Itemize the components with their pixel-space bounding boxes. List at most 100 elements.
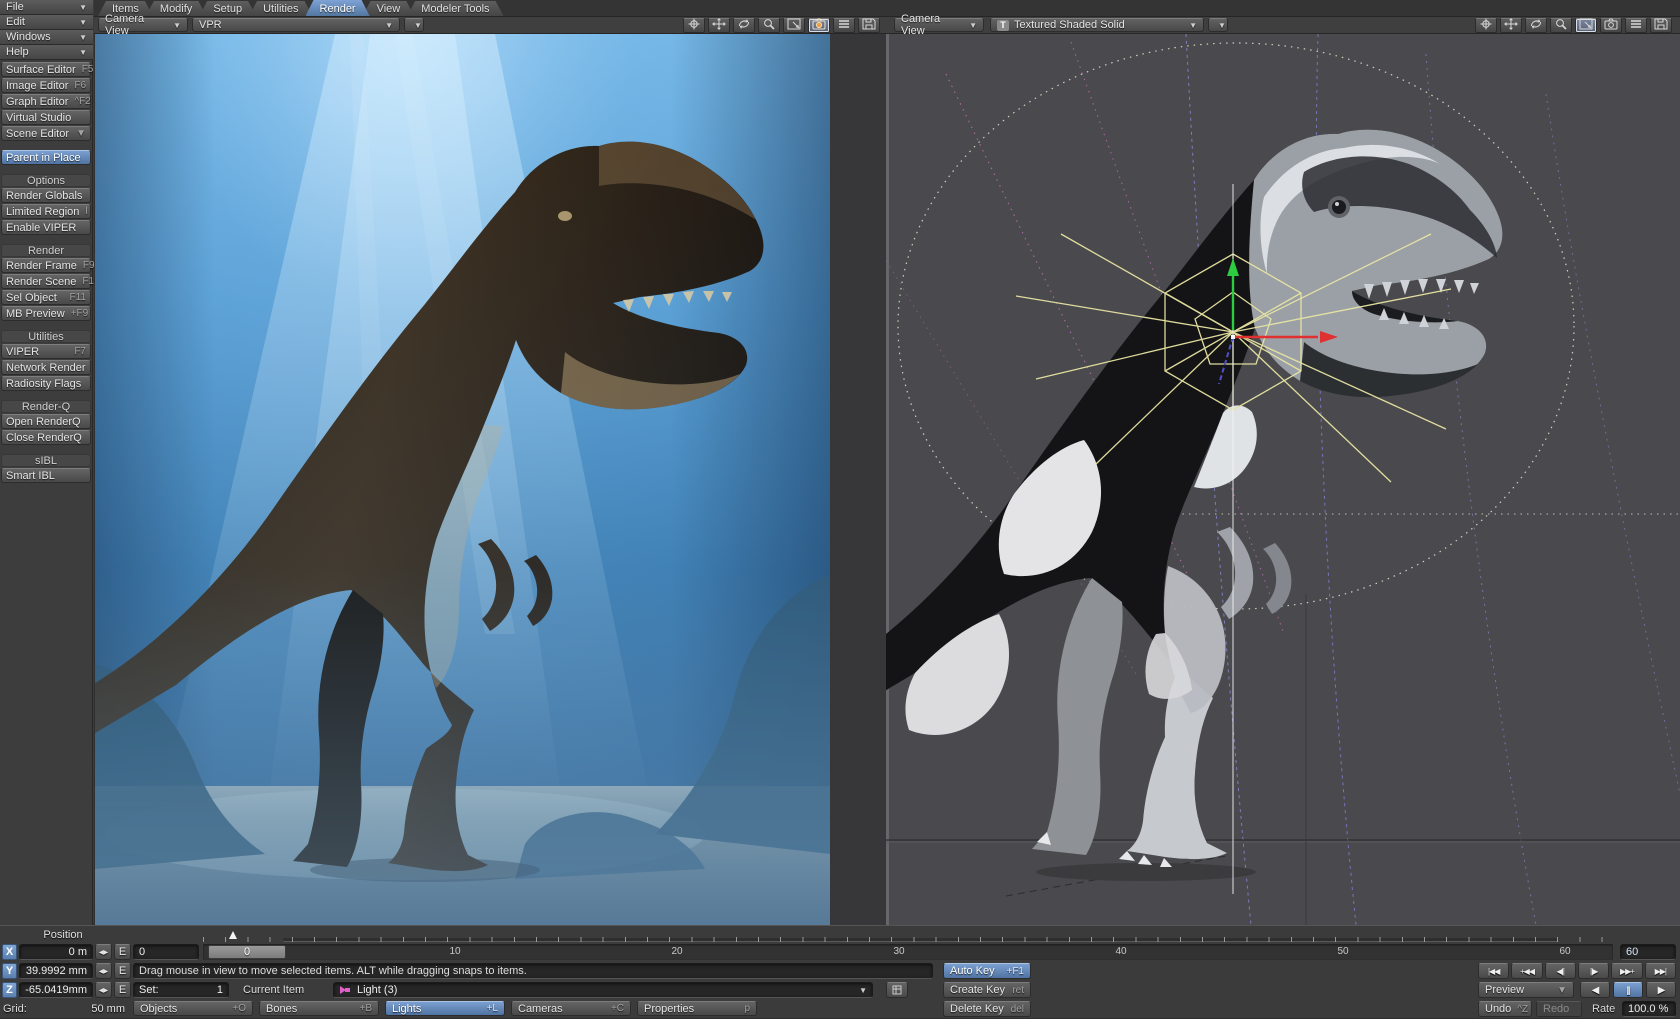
expand-button[interactable] — [783, 18, 805, 33]
menu-file[interactable]: File▼ — [0, 0, 93, 15]
create-key-label: Create Key — [950, 984, 1005, 996]
menu-windows[interactable]: Windows▼ — [0, 30, 93, 45]
play-forward-button[interactable]: ▶ — [1646, 982, 1676, 998]
tab-render[interactable]: Render — [306, 0, 370, 16]
vpr-render-viewport[interactable] — [94, 34, 886, 925]
menu-button[interactable] — [1625, 18, 1647, 33]
left-viewport-options-dropdown[interactable]: ▼ — [404, 18, 424, 32]
axis-y-toggle[interactable]: Y — [2, 963, 17, 979]
rotate-button[interactable] — [733, 18, 755, 33]
next-key-button[interactable]: ▶▶+ — [1611, 963, 1642, 979]
expand-button[interactable] — [1575, 18, 1597, 33]
auto-key-button[interactable]: Auto Key +F1 — [943, 963, 1031, 979]
current-item-dropdown[interactable]: Light (3) ▼ — [333, 982, 873, 998]
timeline-slider[interactable]: 0102030405060 0 — [203, 944, 1613, 960]
menu-button[interactable] — [833, 18, 855, 33]
axis-z-toggle[interactable]: Z — [2, 982, 17, 998]
opengl-shaded-viewport[interactable] — [886, 34, 1680, 925]
sidebar-item-sel-object[interactable]: Sel ObjectF11 — [1, 290, 91, 305]
set-field[interactable]: Set: 1 — [133, 982, 229, 998]
sidebar-item-mb-preview[interactable]: MB Preview+F9 — [1, 306, 91, 321]
sidebar-item-limited-region[interactable]: Limited Regionl — [1, 204, 91, 219]
create-key-button[interactable]: Create Key ret — [943, 982, 1031, 998]
redo-button[interactable]: Redo — [1536, 1001, 1582, 1017]
sidebar-item-viper[interactable]: VIPERF7 — [1, 344, 91, 359]
sidebar-item-surface-editor[interactable]: Surface EditorF5 — [1, 62, 91, 77]
tab-setup[interactable]: Setup — [199, 1, 256, 16]
sidebar-item-virtual-studio[interactable]: Virtual Studio — [1, 110, 91, 125]
tab-utilities[interactable]: Utilities — [249, 1, 312, 16]
position-y-field[interactable]: 39.9992 mm — [19, 963, 93, 979]
sidebar-item-render-globals[interactable]: Render Globals — [1, 188, 91, 203]
menu-label: Help — [6, 46, 29, 58]
previous-key-button[interactable]: +◀◀ — [1511, 963, 1542, 979]
go-to-end-button[interactable]: ▶▶| — [1645, 963, 1676, 979]
rate-field[interactable]: 100.0 % — [1622, 1001, 1676, 1017]
timeline-scrubber-handle[interactable]: 0 — [208, 945, 286, 959]
end-frame-field[interactable]: 60 — [1620, 944, 1676, 960]
sidebar-item-enable-viper[interactable]: Enable VIPER — [1, 220, 91, 235]
mode-lights-button[interactable]: Lights+L — [385, 1001, 505, 1016]
right-view-type-dropdown[interactable]: Camera View ▼ — [894, 18, 984, 32]
sidebar-item-scene-editor[interactable]: Scene Editor▼ — [1, 126, 91, 141]
sidebar-item-parent-in-place[interactable]: Parent in Place — [1, 150, 91, 165]
pause-button[interactable]: || — [1613, 982, 1643, 998]
current-frame-marker-icon[interactable] — [229, 931, 237, 939]
mode-bones-button[interactable]: Bones+B — [259, 1001, 379, 1016]
current-frame-field[interactable]: 0 — [133, 944, 199, 960]
z-envelope-button[interactable]: E — [114, 982, 131, 998]
sidebar-item-shortcut: F11 — [64, 292, 87, 303]
camera-button[interactable] — [808, 18, 830, 33]
sidebar-item-render-frame[interactable]: Render FrameF9 — [1, 258, 91, 273]
pan-button[interactable] — [683, 18, 705, 33]
tab-view[interactable]: View — [363, 1, 415, 16]
x-nudge-stepper[interactable]: ◀▶ — [95, 944, 112, 960]
sidebar-item-image-editor[interactable]: Image EditorF6 — [1, 78, 91, 93]
mode-objects-button[interactable]: Objects+O — [133, 1001, 253, 1016]
sidebar-item-close-renderq[interactable]: Close RenderQ — [1, 430, 91, 445]
sidebar-item-radiosity-flags[interactable]: Radiosity Flags — [1, 376, 91, 391]
save-button[interactable] — [858, 18, 880, 33]
y-envelope-button[interactable]: E — [114, 963, 131, 979]
sidebar-item-label: MB Preview — [6, 308, 65, 320]
next-frame-button[interactable]: ||▶ — [1578, 963, 1609, 979]
axis-x-toggle[interactable]: X — [2, 944, 17, 960]
undo-button[interactable]: Undo ^Z — [1478, 1001, 1532, 1017]
x-envelope-button[interactable]: E — [114, 944, 131, 960]
sidebar-item-render-scene[interactable]: Render SceneF10 — [1, 274, 91, 289]
mode-properties-button[interactable]: Propertiesp — [637, 1001, 757, 1016]
trex-opengl-image — [886, 34, 1680, 925]
preview-dropdown[interactable]: Preview ▼ — [1478, 982, 1574, 998]
pan-button[interactable] — [1475, 18, 1497, 33]
previous-frame-button[interactable]: ◀|| — [1545, 963, 1576, 979]
main-menu-stack: File▼Edit▼Windows▼Help▼ — [0, 0, 93, 60]
left-view-type-dropdown[interactable]: Camera View ▼ — [98, 18, 188, 32]
sidebar-item-graph-editor[interactable]: Graph Editor^F2 — [1, 94, 91, 109]
sidebar-item-smart-ibl[interactable]: Smart IBL — [1, 468, 91, 483]
menu-help[interactable]: Help▼ — [0, 45, 93, 60]
save-button[interactable] — [1650, 18, 1672, 33]
position-z-field[interactable]: -65.0419mm — [19, 982, 93, 998]
zoom-button[interactable] — [758, 18, 780, 33]
menu-edit[interactable]: Edit▼ — [0, 15, 93, 30]
go-to-start-button[interactable]: |◀◀ — [1478, 963, 1509, 979]
mode-cameras-button[interactable]: Cameras+C — [511, 1001, 631, 1016]
move-button[interactable] — [1500, 18, 1522, 33]
sidebar-item-open-renderq[interactable]: Open RenderQ — [1, 414, 91, 429]
move-button[interactable] — [708, 18, 730, 33]
left-render-mode-dropdown[interactable]: VPR ▼ — [192, 18, 400, 32]
delete-key-button[interactable]: Delete Key del — [943, 1001, 1031, 1017]
right-viewport-options-dropdown[interactable]: ▼ — [1208, 18, 1228, 32]
tab-modeler-tools[interactable]: Modeler Tools — [407, 1, 503, 16]
zoom-button[interactable] — [1550, 18, 1572, 33]
rotate-button[interactable] — [1525, 18, 1547, 33]
z-nudge-stepper[interactable]: ◀▶ — [95, 982, 112, 998]
timeline-ticks[interactable] — [203, 937, 1613, 942]
sidebar-item-network-render[interactable]: Network Render — [1, 360, 91, 375]
position-x-field[interactable]: 0 m — [19, 944, 93, 960]
play-reverse-button[interactable]: ◀ — [1580, 982, 1610, 998]
y-nudge-stepper[interactable]: ◀▶ — [95, 963, 112, 979]
item-properties-button[interactable] — [886, 982, 908, 998]
right-render-mode-dropdown[interactable]: T Textured Shaded Solid ▼ — [990, 18, 1204, 32]
camera-button[interactable] — [1600, 18, 1622, 33]
